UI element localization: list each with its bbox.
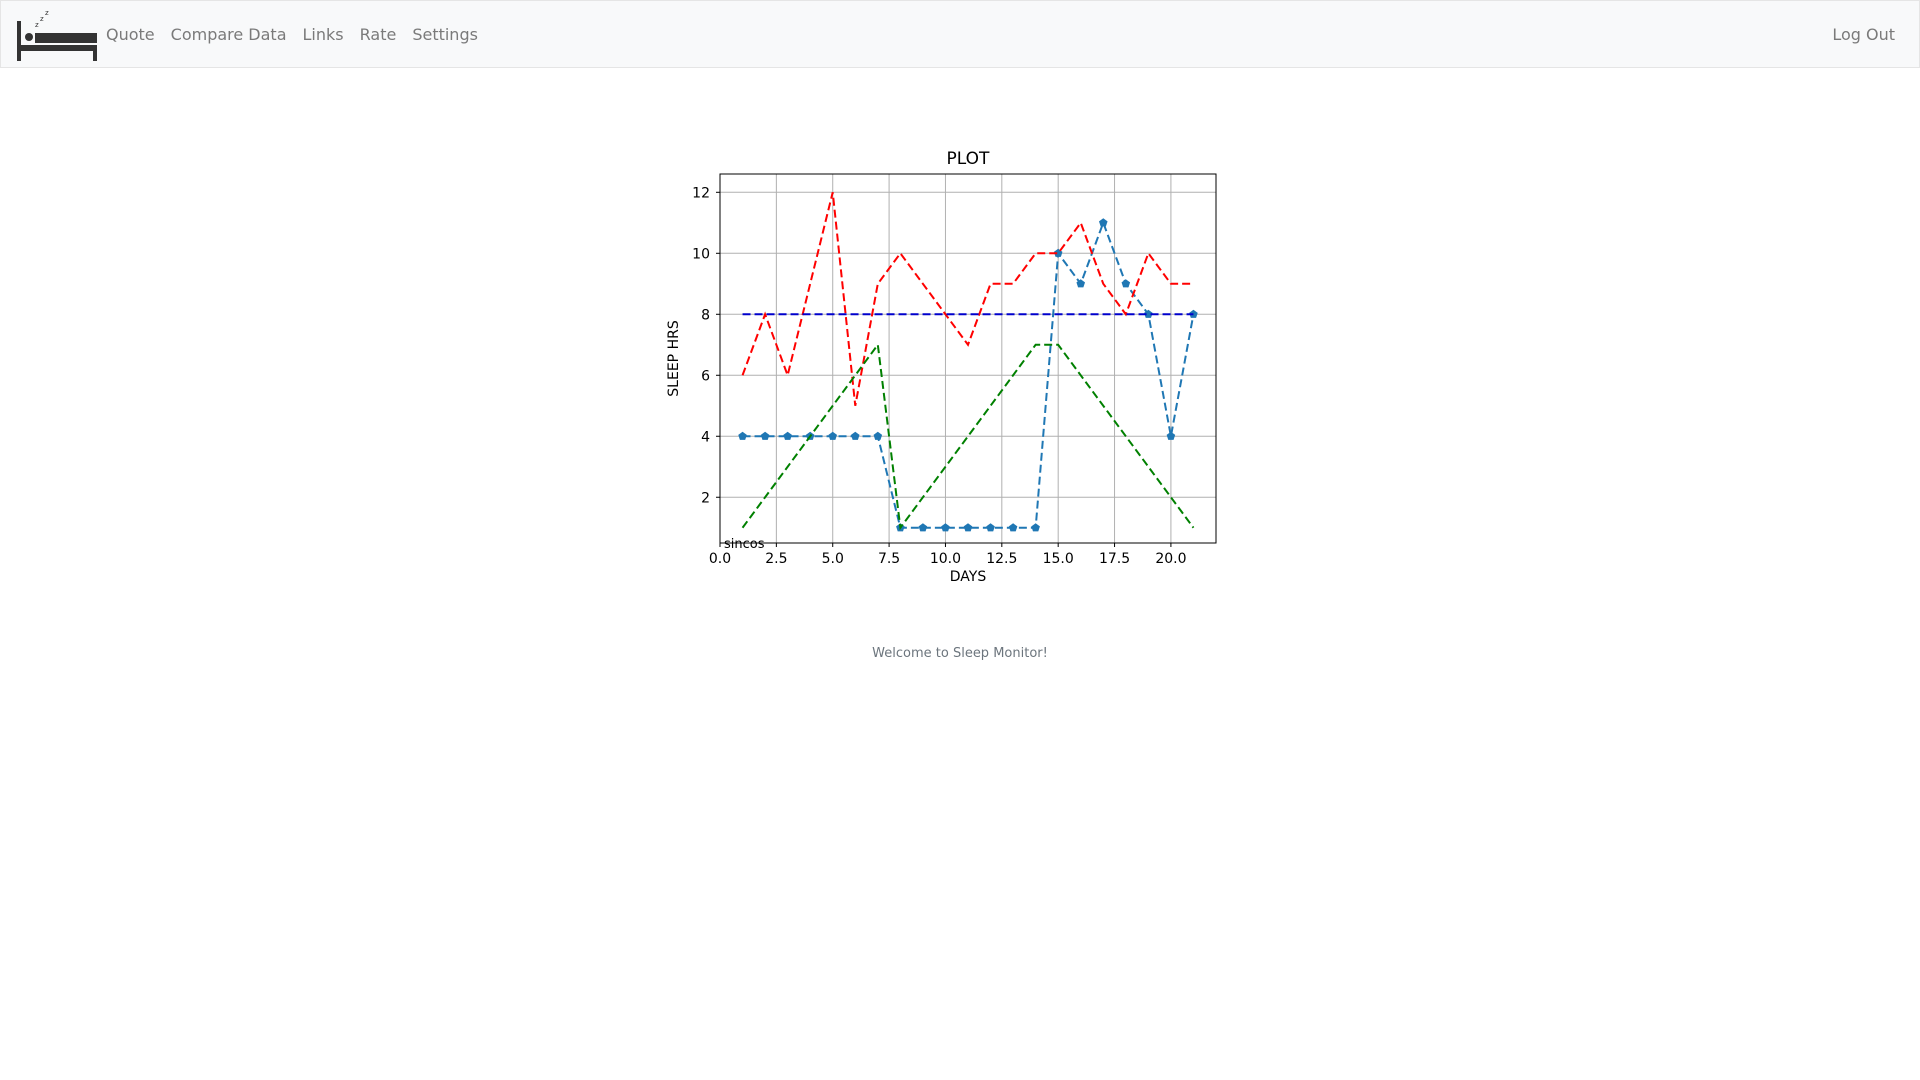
chart-annotation: sincos [724,537,765,552]
x-tick-label: 15.0 [1043,551,1074,567]
svg-text:z: z [35,21,39,29]
series-line-1 [741,192,1194,406]
y-tick-label: 12 [692,185,710,201]
x-tick-label: 2.5 [765,551,787,567]
data-point-marker [1031,523,1040,532]
x-tick-label: 10.0 [930,551,961,567]
y-axis-label: SLEEP HRS [666,320,682,397]
data-point-marker [738,431,747,440]
svg-text:z: z [45,9,49,17]
welcome-message: Welcome to Sleep Monitor! [872,646,1048,661]
data-point-marker [1098,218,1108,227]
data-point-marker [1121,279,1131,288]
data-point-marker [828,431,838,440]
svg-text:z: z [40,15,44,23]
data-point-marker [783,431,792,440]
x-tick-label: 5.0 [822,551,844,567]
axis-ticks: 0.0 2.5 5.0 7.5 10.0 12.5 15.0 17.5 20.0 2 4 6 8 10 12 [692,185,1186,567]
nav-link-settings[interactable]: Settings [412,25,478,44]
data-point-marker [760,431,770,440]
x-tick-label: 17.5 [1099,551,1130,567]
y-tick-label: 10 [692,246,710,262]
nav-link-quote[interactable]: Quote [106,25,155,44]
logout-link[interactable]: Log Out [1832,25,1895,44]
grid-lines [719,174,1216,543]
x-tick-label: 7.5 [878,551,900,567]
data-point-marker [918,523,928,532]
y-tick-label: 8 [701,307,710,323]
sleep-chart: 0.0 2.5 5.0 7.5 10.0 12.5 15.0 17.5 20.0 2 4 6 8 10 12… [666,149,1217,585]
plot-frame [719,173,1217,544]
top-navbar: z z z Quote Compare Data Links Rate Sett… [0,0,1920,68]
data-point-marker [963,523,973,532]
data-point-marker [986,523,995,532]
data-point-marker [941,523,950,532]
data-point-marker [850,431,860,440]
y-tick-label: 4 [701,429,710,445]
nav-link-links[interactable]: Links [303,25,344,44]
nav-links: Quote Compare Data Links Rate Settings [106,1,494,67]
x-axis-label: DAYS [950,569,987,585]
x-tick-label: 0.0 [709,551,731,567]
chart-series [738,192,1198,532]
y-tick-label: 6 [701,368,710,384]
data-point-marker [873,431,883,440]
sleep-plot: 0.0 2.5 5.0 7.5 10.0 12.5 15.0 17.5 20.0 2 4 6 8 10 12… [660,140,1260,600]
y-tick-label: 2 [701,490,710,506]
x-tick-label: 20.0 [1155,551,1186,567]
nav-link-compare-data[interactable]: Compare Data [171,25,287,44]
data-point-marker [1166,431,1176,440]
x-tick-label: 12.5 [986,551,1017,567]
nav-link-rate[interactable]: Rate [360,25,397,44]
nav-right: Log Out [1832,1,1895,67]
bed-logo-icon[interactable]: z z z [17,7,99,61]
chart-title: PLOT [947,149,990,169]
data-point-marker [1008,523,1018,532]
